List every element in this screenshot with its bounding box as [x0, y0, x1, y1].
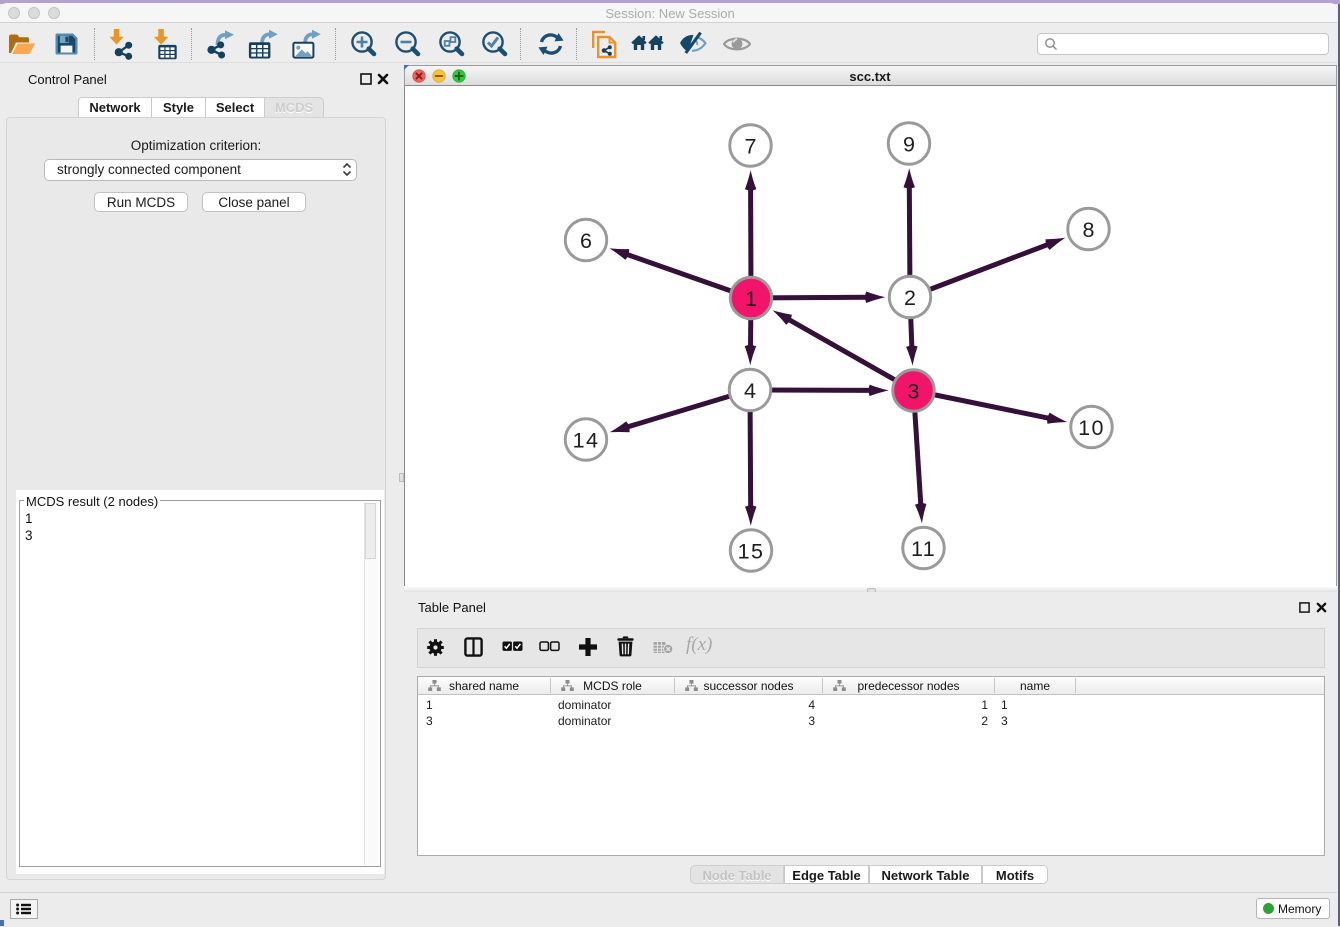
svg-text:15: 15: [738, 539, 765, 563]
svg-text:3: 3: [908, 379, 920, 403]
svg-text:14: 14: [573, 428, 600, 452]
svg-text:9: 9: [903, 132, 915, 156]
svg-text:11: 11: [911, 537, 936, 561]
svg-text:4: 4: [744, 379, 756, 403]
svg-text:6: 6: [580, 229, 592, 253]
svg-text:7: 7: [745, 134, 757, 158]
svg-text:2: 2: [904, 286, 916, 310]
svg-text:1: 1: [745, 287, 757, 311]
svg-text:10: 10: [1078, 416, 1105, 440]
svg-text:8: 8: [1083, 218, 1095, 242]
